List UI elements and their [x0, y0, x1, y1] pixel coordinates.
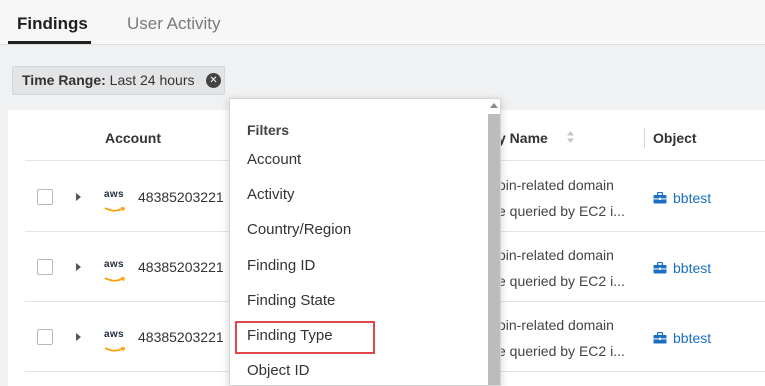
finding-name-line2: e queried by EC2 i... [498, 273, 625, 289]
tab-findings[interactable]: Findings [17, 14, 88, 34]
account-id: 48385203221 [138, 259, 224, 275]
aws-logo-icon: aws [104, 189, 128, 212]
dropdown-heading: Filters [247, 122, 290, 138]
filters-dropdown[interactable]: Filters Account Activity Country/Region … [229, 98, 501, 386]
object-link[interactable]: bbtest [673, 190, 711, 206]
row-checkbox[interactable] [37, 259, 53, 275]
object-link[interactable]: bbtest [673, 330, 711, 346]
column-separator [644, 128, 645, 148]
filter-option-object-id[interactable]: Object ID [247, 362, 310, 379]
filter-option-finding-id[interactable]: Finding ID [247, 257, 315, 274]
aws-logo-text: aws [104, 329, 124, 340]
filter-option-activity[interactable]: Activity [247, 186, 295, 203]
filter-chip-key: Time Range: [22, 72, 106, 88]
briefcase-icon [653, 262, 667, 274]
active-tab-indicator [8, 41, 91, 44]
tab-bar: Findings User Activity [0, 0, 765, 45]
filter-chip-value: Last 24 hours [109, 72, 195, 88]
column-header-account[interactable]: Account [105, 130, 161, 146]
time-range-filter-chip[interactable]: Time Range: Last 24 hours ✕ [12, 66, 225, 95]
expand-caret-icon[interactable] [76, 193, 81, 201]
expand-caret-icon[interactable] [76, 333, 81, 341]
tab-user-activity[interactable]: User Activity [127, 14, 221, 34]
aws-logo-text: aws [104, 259, 124, 270]
row-checkbox[interactable] [37, 189, 53, 205]
row-checkbox[interactable] [37, 329, 53, 345]
close-circle-icon[interactable]: ✕ [206, 73, 221, 88]
sort-icon[interactable] [566, 130, 575, 144]
aws-logo-icon: aws [104, 259, 128, 282]
column-header-object[interactable]: Object [653, 130, 697, 146]
scroll-up-arrow-icon[interactable] [490, 103, 498, 108]
expand-caret-icon[interactable] [76, 263, 81, 271]
briefcase-icon [653, 192, 667, 204]
account-id: 48385203221 [138, 189, 224, 205]
finding-name-line2: e queried by EC2 i... [498, 343, 625, 359]
filter-option-finding-state[interactable]: Finding State [247, 292, 335, 309]
filter-option-account[interactable]: Account [247, 151, 301, 168]
highlight-box [235, 321, 375, 354]
finding-name-line1: oin-related domain [498, 177, 614, 193]
filter-option-country-region[interactable]: Country/Region [247, 221, 351, 238]
briefcase-icon [653, 332, 667, 344]
object-link[interactable]: bbtest [673, 260, 711, 276]
aws-logo-text: aws [104, 189, 124, 200]
account-id: 48385203221 [138, 329, 224, 345]
aws-logo-icon: aws [104, 329, 128, 352]
dropdown-scrollbar[interactable] [488, 114, 500, 385]
finding-name-line2: e queried by EC2 i... [498, 203, 625, 219]
finding-name-line1: oin-related domain [498, 317, 614, 333]
column-header-name[interactable]: y Name [498, 130, 548, 146]
finding-name-line1: oin-related domain [498, 247, 614, 263]
